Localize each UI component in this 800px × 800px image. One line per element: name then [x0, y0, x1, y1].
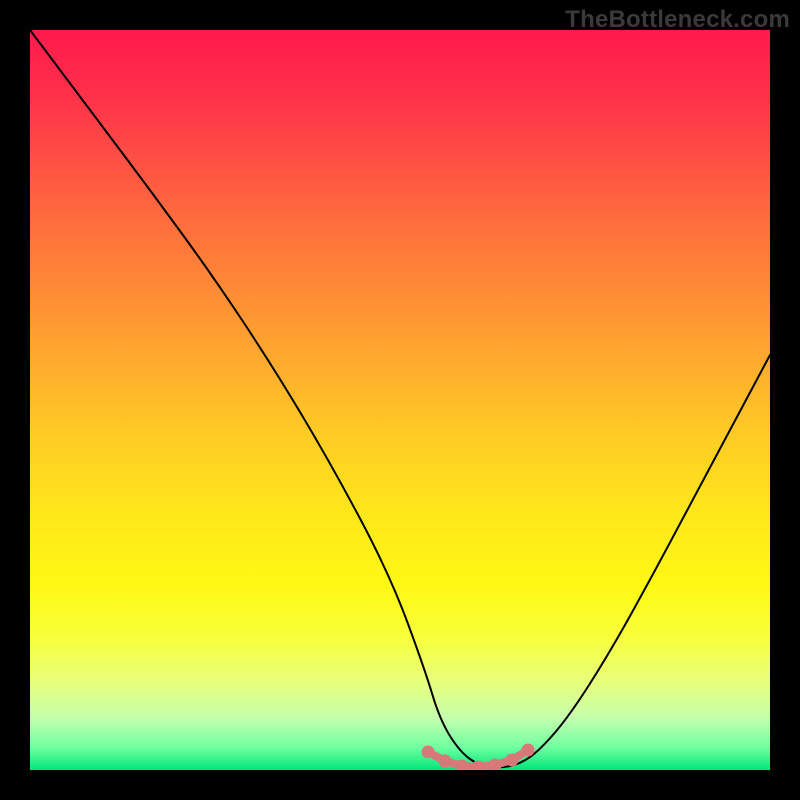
minimum-dot [506, 754, 519, 767]
chart-frame: TheBottleneck.com [0, 0, 800, 800]
minimum-dot [439, 755, 452, 768]
curve-svg [30, 30, 770, 770]
minimum-dot [522, 744, 535, 757]
plot-area [30, 30, 770, 770]
bottleneck-curve [30, 30, 770, 767]
watermark-label: TheBottleneck.com [565, 6, 790, 34]
minimum-dot-group [422, 744, 535, 771]
minimum-dot [422, 746, 435, 759]
